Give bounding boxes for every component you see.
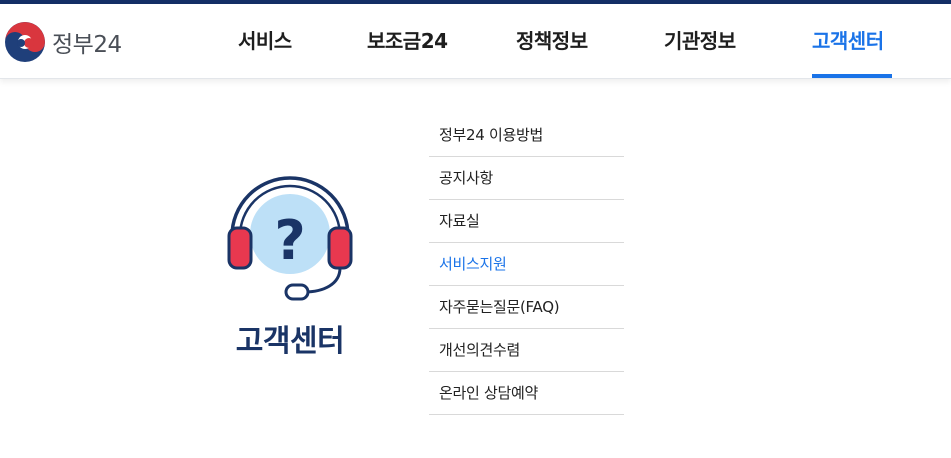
nav-item-subsidy24[interactable]: 보조금24 — [367, 26, 448, 56]
active-nav-underline — [812, 74, 892, 78]
nav-item-policy-info[interactable]: 정책정보 — [516, 26, 588, 56]
nav-item-services[interactable]: 서비스 — [238, 26, 292, 56]
submenu-item-faq[interactable]: 자주묻는질문(FAQ) — [429, 286, 624, 329]
submenu-item-service-support[interactable]: 서비스지원 — [429, 243, 624, 286]
submenu-item-online-consultation[interactable]: 온라인 상담예약 — [429, 372, 624, 415]
headset-question-icon: ? — [227, 176, 353, 301]
hero-title: 고객센터 — [235, 324, 345, 359]
customer-center-submenu: 정부24 이용방법 공지사항 자료실 서비스지원 자주묻는질문(FAQ) 개선의… — [429, 114, 624, 415]
submenu-item-how-to-use[interactable]: 정부24 이용방법 — [429, 114, 624, 157]
submenu-item-notices[interactable]: 공지사항 — [429, 157, 624, 200]
submenu-item-feedback[interactable]: 개선의견수렴 — [429, 329, 624, 372]
main-nav: 서비스 보조금24 정책정보 기관정보 고객센터 — [0, 4, 951, 78]
svg-text:?: ? — [274, 209, 305, 272]
site-header: 정부24 서비스 보조금24 정책정보 기관정보 고객센터 — [0, 4, 951, 79]
nav-item-customer-center[interactable]: 고객센터 — [812, 26, 884, 56]
nav-item-agency-info[interactable]: 기관정보 — [664, 26, 736, 56]
submenu-item-resources[interactable]: 자료실 — [429, 200, 624, 243]
